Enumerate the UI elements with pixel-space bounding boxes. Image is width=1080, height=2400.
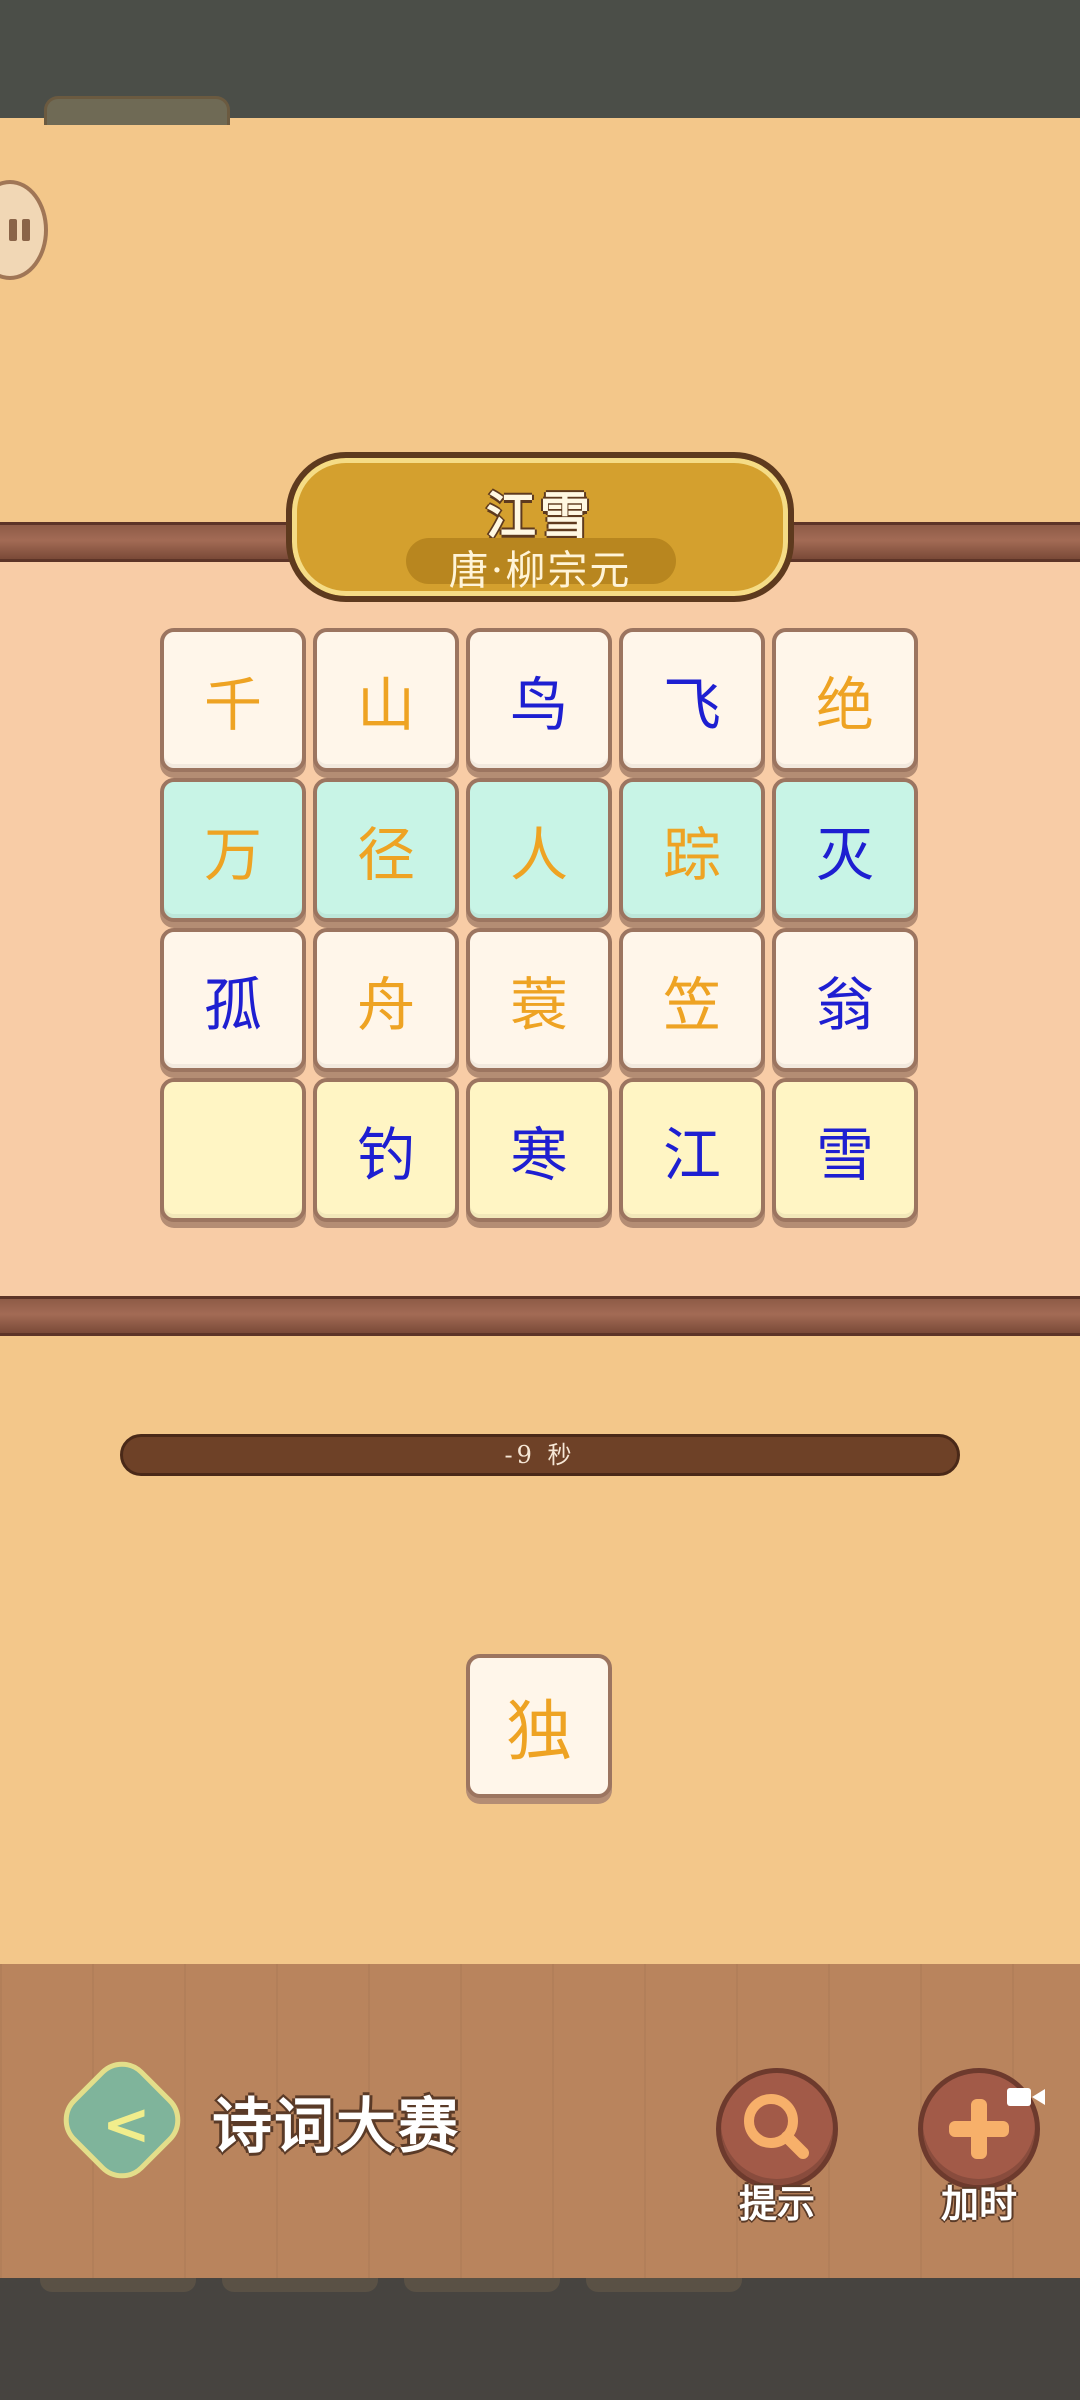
bottom-bar [0,2278,1080,2400]
char-tile[interactable]: 人 [466,778,612,922]
char-tile[interactable]: 绝 [772,628,918,772]
char-tile[interactable]: 径 [313,778,459,922]
pending-tile[interactable]: 独 [466,1654,612,1798]
back-button[interactable]: < [51,2049,193,2191]
magnifier-icon [744,2094,809,2159]
empty-slot-tile[interactable] [160,1078,306,1222]
pause-button[interactable] [0,180,48,280]
char-tile[interactable]: 灭 [772,778,918,922]
char-tile[interactable]: 钓 [313,1078,459,1222]
add-time-label: 加时 [940,2181,1017,2226]
char-tile[interactable]: 踪 [619,778,765,922]
char-tile[interactable]: 寒 [466,1078,612,1222]
hint-label: 提示 [738,2181,815,2226]
char-tile[interactable]: 翁 [772,928,918,1072]
char-tile[interactable]: 万 [160,778,306,922]
char-tile[interactable]: 蓑 [466,928,612,1072]
poem-title-plaque: 江雪 唐·柳宗元 [286,452,794,602]
obscured-item [44,96,230,125]
char-tile[interactable]: 孤 [160,928,306,1072]
poem-author: 唐·柳宗元 [448,548,632,594]
char-tile[interactable]: 千 [160,628,306,772]
char-tile[interactable]: 笠 [619,928,765,1072]
char-tile[interactable]: 鸟 [466,628,612,772]
char-tile[interactable]: 飞 [619,628,765,772]
char-tile[interactable]: 江 [619,1078,765,1222]
hint-button[interactable]: 提示 [716,2068,838,2226]
char-tile[interactable]: 山 [313,628,459,772]
char-tile[interactable]: 舟 [313,928,459,1072]
pause-icon [9,219,17,241]
char-tile[interactable]: 雪 [772,1078,918,1222]
board-rail-bottom [0,1296,1080,1336]
top-bar [0,0,1080,125]
video-camera-icon [1007,2088,1045,2106]
game-title: 诗词大赛 [212,2092,460,2162]
timer-bar: -9 秒 [120,1434,960,1476]
chevron-left-icon: < [102,2090,151,2158]
